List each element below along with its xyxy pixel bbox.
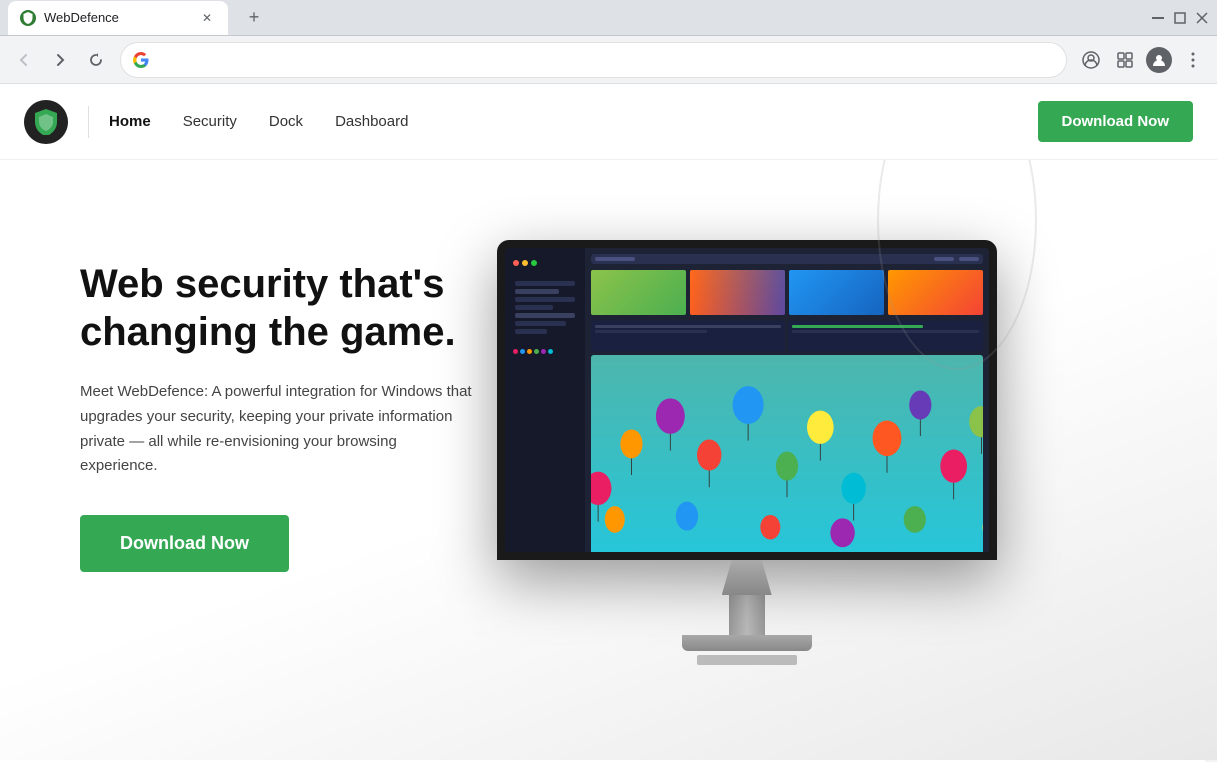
nav-divider xyxy=(88,106,89,138)
account-icon-button[interactable] xyxy=(1075,44,1107,76)
nav-link-dock[interactable]: Dock xyxy=(269,109,303,134)
address-bar[interactable] xyxy=(120,42,1067,78)
maximize-button[interactable] xyxy=(1173,11,1187,25)
forward-button[interactable] xyxy=(44,44,76,76)
back-button[interactable] xyxy=(8,44,40,76)
balloon-scene xyxy=(591,355,983,552)
menu-button[interactable] xyxy=(1177,44,1209,76)
hero-section: Web security that's changing the game. M… xyxy=(0,160,1217,760)
monitor-sidebar xyxy=(505,248,585,552)
tab-close-button[interactable]: ✕ xyxy=(198,9,216,27)
close-button[interactable] xyxy=(1195,11,1209,25)
minimize-button[interactable] xyxy=(1151,11,1165,25)
hero-download-button[interactable]: Download Now xyxy=(80,515,289,572)
hero-title: Web security that's changing the game. xyxy=(80,260,477,356)
browser-toolbar xyxy=(0,36,1217,84)
tab-title: WebDefence xyxy=(44,10,190,25)
address-input[interactable] xyxy=(157,52,1054,68)
nav-link-dashboard[interactable]: Dashboard xyxy=(335,109,408,134)
nav-link-home[interactable]: Home xyxy=(109,109,151,134)
browser-content: Home Security Dock Dashboard Download No… xyxy=(0,84,1217,762)
new-tab-button[interactable]: + xyxy=(240,4,268,32)
profile-button[interactable] xyxy=(1143,44,1175,76)
tab-favicon xyxy=(20,10,36,26)
nav-download-button[interactable]: Download Now xyxy=(1038,101,1194,142)
browser-window: WebDefence ✕ + xyxy=(0,0,1217,762)
hero-description: Meet WebDefence: A powerful integration … xyxy=(80,380,477,479)
browser-tab[interactable]: WebDefence ✕ xyxy=(8,1,228,35)
nav-links: Home Security Dock Dashboard xyxy=(109,109,1038,134)
nav-link-security[interactable]: Security xyxy=(183,109,237,134)
reload-button[interactable] xyxy=(80,44,112,76)
extensions-button[interactable] xyxy=(1109,44,1141,76)
google-icon xyxy=(133,52,149,68)
site-nav: Home Security Dock Dashboard Download No… xyxy=(0,84,1217,160)
toolbar-actions xyxy=(1075,44,1209,76)
site-logo xyxy=(24,100,68,144)
hero-content: Web security that's changing the game. M… xyxy=(80,220,477,572)
title-bar: WebDefence ✕ + xyxy=(0,0,1217,36)
